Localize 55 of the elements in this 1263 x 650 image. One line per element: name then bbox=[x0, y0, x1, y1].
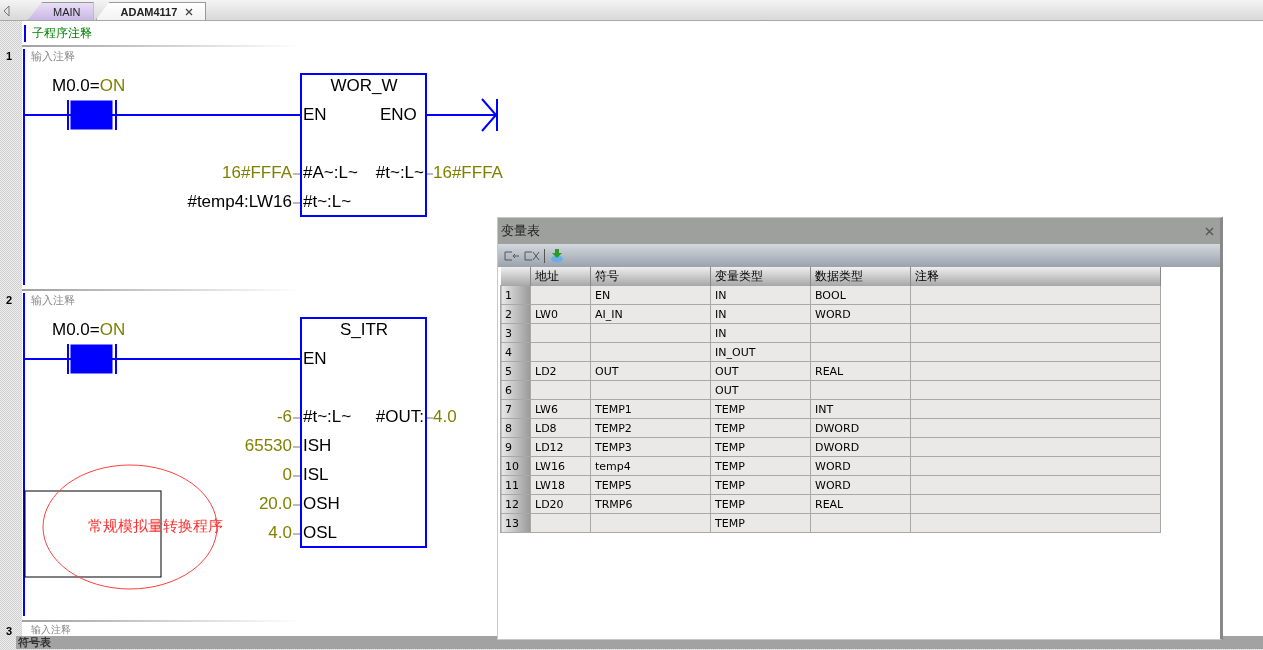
contact-label: M0.0=ON bbox=[52, 320, 126, 340]
pin-label: ISL bbox=[303, 465, 329, 485]
header-cell bbox=[500, 267, 531, 286]
function-block[interactable] bbox=[300, 317, 427, 548]
contact-symbol[interactable] bbox=[67, 344, 117, 374]
network-number: 2 bbox=[6, 294, 13, 306]
toolbar-separator-icon bbox=[544, 248, 546, 263]
table-cell: EN bbox=[590, 285, 711, 305]
pin-label: #OUT: bbox=[375, 407, 424, 427]
pin-label: ENO bbox=[380, 105, 417, 125]
output-value: 16#FFFA bbox=[433, 163, 503, 183]
input-value: 65530 bbox=[244, 436, 292, 456]
pin-label: #A~:L~ bbox=[303, 163, 358, 183]
column-header[interactable]: 符号 bbox=[590, 267, 711, 286]
editor-tab[interactable]: ADAM4117 bbox=[95, 2, 207, 20]
network-number: 1 bbox=[6, 50, 13, 62]
row-number[interactable]: 1 bbox=[500, 285, 531, 305]
column-header[interactable]: 数据类型 bbox=[810, 267, 911, 286]
table-cell: BOOL bbox=[810, 285, 911, 305]
block-title: WOR_W bbox=[329, 76, 399, 96]
network-number: 3 bbox=[6, 625, 13, 637]
column-header[interactable]: 注释 bbox=[910, 267, 1161, 286]
scroll-left-icon[interactable] bbox=[4, 6, 10, 16]
editor-tab[interactable]: MAIN bbox=[28, 2, 94, 20]
table-cell bbox=[530, 285, 591, 305]
input-value: 20.0 bbox=[258, 494, 292, 514]
pin-label: OSL bbox=[303, 523, 338, 543]
insert-row-icon[interactable] bbox=[504, 249, 520, 262]
network-comment[interactable]: 输入注释 bbox=[31, 293, 75, 308]
input-value: -6 bbox=[276, 407, 292, 427]
pin-label: EN bbox=[303, 349, 327, 369]
block-title: S_ITR bbox=[338, 320, 390, 340]
pin-label: #t~:L~ bbox=[303, 407, 352, 427]
output-value: 4.0 bbox=[433, 407, 457, 427]
table-cell: IN bbox=[710, 285, 811, 305]
pin-label: EN bbox=[303, 105, 327, 125]
input-value: 16#FFFA bbox=[222, 163, 292, 183]
pin-label: ISH bbox=[303, 436, 332, 456]
input-value: 0 bbox=[282, 465, 292, 485]
pin-label: OSH bbox=[303, 494, 340, 514]
input-value: #temp4:LW16 bbox=[187, 192, 292, 212]
contact-symbol[interactable] bbox=[67, 100, 117, 130]
delete-row-icon[interactable] bbox=[524, 249, 540, 262]
close-icon[interactable] bbox=[185, 7, 194, 16]
pin-label: #t~:L~ bbox=[303, 192, 352, 212]
contact-label: M0.0=ON bbox=[52, 76, 126, 96]
column-header[interactable]: 变量类型 bbox=[710, 267, 811, 286]
input-value: 4.0 bbox=[268, 523, 292, 543]
column-header[interactable]: 地址 bbox=[530, 267, 591, 286]
pin-label: #t~:L~ bbox=[375, 163, 424, 183]
subroutine-comment[interactable]: 子程序注释 bbox=[24, 24, 92, 42]
network-comment[interactable]: 输入注释 bbox=[31, 49, 75, 64]
panel-title: 变量表 bbox=[501, 222, 540, 240]
panel-title: 符号表 bbox=[17, 636, 51, 649]
function-block[interactable] bbox=[300, 73, 427, 217]
